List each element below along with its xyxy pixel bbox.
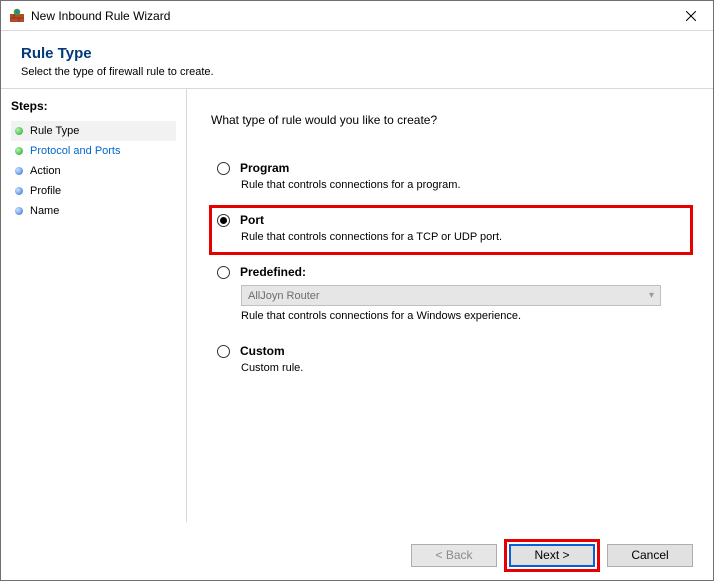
step-label: Action [30, 165, 61, 177]
option-predefined: Predefined: AllJoyn Router ▾ Rule that c… [211, 259, 691, 332]
step-name[interactable]: Name [11, 201, 176, 221]
option-title: Port [240, 213, 264, 227]
wizard-footer: < Back Next > Cancel [1, 530, 713, 580]
page-title: Rule Type [21, 45, 693, 62]
cancel-button[interactable]: Cancel [607, 544, 693, 567]
radio-predefined[interactable] [217, 266, 230, 279]
step-label: Protocol and Ports [30, 145, 121, 157]
step-label: Rule Type [30, 125, 79, 137]
predefined-dropdown: AllJoyn Router ▾ [241, 285, 661, 306]
step-label: Name [30, 205, 59, 217]
chevron-down-icon: ▾ [649, 290, 654, 301]
back-button: < Back [411, 544, 497, 567]
step-rule-type[interactable]: Rule Type [11, 121, 176, 141]
option-title: Program [240, 161, 289, 175]
dropdown-selected: AllJoyn Router [248, 290, 320, 302]
close-icon [686, 11, 696, 21]
bullet-icon [15, 207, 23, 215]
step-action[interactable]: Action [11, 161, 176, 181]
option-description: Rule that controls connections for a TCP… [241, 231, 683, 243]
option-description: Rule that controls connections for a Win… [241, 310, 683, 322]
titlebar: New Inbound Rule Wizard [1, 1, 713, 31]
wizard-content: What type of rule would you like to crea… [186, 89, 713, 522]
radio-program[interactable] [217, 162, 230, 175]
option-description: Rule that controls connections for a pro… [241, 179, 683, 191]
steps-heading: Steps: [11, 99, 176, 113]
prompt-text: What type of rule would you like to crea… [211, 113, 691, 127]
option-title: Custom [240, 344, 285, 358]
step-profile[interactable]: Profile [11, 181, 176, 201]
window-close-button[interactable] [668, 1, 713, 30]
step-label: Profile [30, 185, 61, 197]
option-port: Port Rule that controls connections for … [211, 207, 691, 253]
firewall-icon [9, 8, 25, 24]
bullet-icon [15, 147, 23, 155]
option-description: Custom rule. [241, 362, 683, 374]
option-title: Predefined: [240, 265, 306, 279]
next-highlight: Next > [507, 542, 597, 569]
radio-custom[interactable] [217, 345, 230, 358]
wizard-header: Rule Type Select the type of firewall ru… [1, 31, 713, 89]
bullet-icon [15, 167, 23, 175]
radio-port[interactable] [217, 214, 230, 227]
option-custom: Custom Custom rule. [211, 338, 691, 384]
steps-sidebar: Steps: Rule Type Protocol and Ports Acti… [1, 89, 186, 522]
step-protocol-and-ports[interactable]: Protocol and Ports [11, 141, 176, 161]
window-title: New Inbound Rule Wizard [31, 9, 668, 23]
option-program: Program Rule that controls connections f… [211, 155, 691, 201]
bullet-icon [15, 127, 23, 135]
next-button[interactable]: Next > [509, 544, 595, 567]
page-subtitle: Select the type of firewall rule to crea… [21, 66, 693, 78]
bullet-icon [15, 187, 23, 195]
